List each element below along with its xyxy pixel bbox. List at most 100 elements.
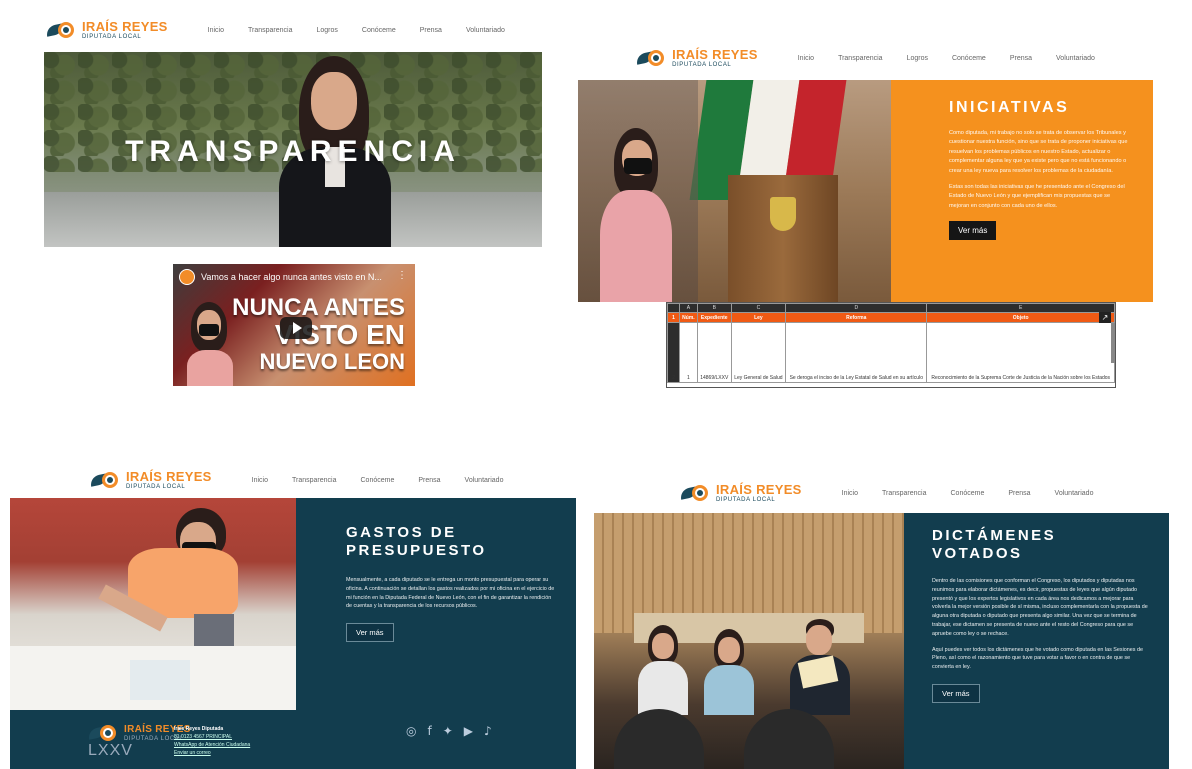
site-logo[interactable]: IRAÍS REYES DIPUTADA LOCAL xyxy=(635,47,758,69)
spreadsheet-embed[interactable]: A B C D E 1 Núm. Expediente Ley Reforma … xyxy=(666,302,1116,388)
video-overlay-text: NUNCA ANTES VISTO EN NUEVO LEON xyxy=(232,294,405,374)
nav-item-voluntariado[interactable]: Voluntariado xyxy=(1056,55,1095,62)
iniciativas-body: Como diputada, mi trabajo no solo se tra… xyxy=(949,130,1128,209)
ver-mas-button[interactable]: Ver más xyxy=(949,221,997,241)
play-button[interactable] xyxy=(280,317,312,339)
panel-dictamenes: IRAÍS REYES DIPUTADA LOCAL Inicio Transpa… xyxy=(594,473,1169,769)
dictamenes-title: DICTÁMENES VOTADOS xyxy=(932,527,1057,562)
nav-item-prensa[interactable]: Prensa xyxy=(1008,490,1030,497)
table-row[interactable]: 2 1 14869/LXXV Ley General de Salud Se d… xyxy=(667,322,1115,383)
nav-item-voluntariado[interactable]: Voluntariado xyxy=(465,477,504,484)
nav-item-inicio[interactable]: Inicio xyxy=(798,55,814,62)
nav-item-prensa[interactable]: Prensa xyxy=(420,27,442,34)
sheet-header-ley: Ley xyxy=(730,312,787,323)
nav-item-transparencia[interactable]: Transparencia xyxy=(882,490,927,497)
nav-item-inicio[interactable]: Inicio xyxy=(842,490,858,497)
sheet-header-reforma: Reforma xyxy=(785,312,928,323)
nav-item-transparencia[interactable]: Transparencia xyxy=(838,55,883,62)
panel-iniciativas: IRAÍS REYES DIPUTADA LOCAL Inicio Transpa… xyxy=(578,38,1153,388)
sheet-header-objeto: Objeto xyxy=(926,312,1115,323)
gastos-photo xyxy=(10,498,296,710)
sheet-header-expediente: Expediente xyxy=(696,312,732,323)
nav-item-inicio[interactable]: Inicio xyxy=(208,27,224,34)
nav-item-conoceme[interactable]: Conóceme xyxy=(952,55,986,62)
site-logo[interactable]: IRAÍS REYES DIPUTADA LOCAL xyxy=(45,19,168,41)
dictamenes-photo xyxy=(594,513,904,769)
hero-title: TRANSPARENCIA xyxy=(125,135,461,168)
logo-subtitle: DIPUTADA LOCAL xyxy=(716,497,776,503)
ver-mas-button[interactable]: Ver más xyxy=(932,683,980,703)
footer-heading: Iraís Reyes Diputada xyxy=(174,726,224,732)
nav-item-logros[interactable]: Logros xyxy=(317,27,338,34)
ver-mas-button[interactable]: Ver más xyxy=(346,623,394,643)
more-options-icon[interactable]: ⋮ xyxy=(397,270,407,281)
sheet-scrollbar[interactable] xyxy=(1111,323,1115,363)
logo-icon xyxy=(87,722,118,744)
dictamenes-body: Dentro de las comisiones que conforman e… xyxy=(932,578,1148,671)
nav-bar: IRAÍS REYES DIPUTADA LOCAL Inicio Transpa… xyxy=(594,473,1169,513)
nav-bar: IRAÍS REYES DIPUTADA LOCAL Inicio Transpa… xyxy=(578,38,1153,78)
nav-item-conoceme[interactable]: Conóceme xyxy=(951,490,985,497)
legislature-badge: LXXV xyxy=(88,742,133,759)
nav-bar: IRAÍS REYES DIPUTADA LOCAL Inicio Transpa… xyxy=(44,10,544,50)
logo-subtitle: DIPUTADA LOCAL xyxy=(82,34,142,40)
nav-bar: IRAÍS REYES DIPUTADA LOCAL Inicio Transpa… xyxy=(10,460,576,500)
nav-item-voluntariado[interactable]: Voluntariado xyxy=(466,27,505,34)
channel-avatar[interactable] xyxy=(179,269,195,285)
nav-item-transparencia[interactable]: Transparencia xyxy=(248,27,293,34)
legislator-1 xyxy=(638,625,688,715)
nav-item-conoceme[interactable]: Conóceme xyxy=(362,27,396,34)
logo-icon xyxy=(679,482,710,504)
nav-item-logros[interactable]: Logros xyxy=(907,55,928,62)
instagram-icon[interactable]: ◎ xyxy=(406,724,416,738)
footer-contact: Iraís Reyes Diputada 81 0123 4567 PRINCI… xyxy=(174,725,250,757)
logo-name: IRAÍS REYES xyxy=(82,19,168,34)
nav-menu: Inicio Transparencia Logros Conóceme Pre… xyxy=(798,55,1095,62)
panel-transparencia: IRAÍS REYES DIPUTADA LOCAL Inicio Transpa… xyxy=(44,10,544,390)
site-logo[interactable]: IRAÍS REYES DIPUTADA LOCAL xyxy=(679,482,802,504)
sheet-column-letters: A B C D E xyxy=(667,303,1115,313)
site-logo[interactable]: IRAÍS REYES DIPUTADA LOCAL xyxy=(89,469,212,491)
sheet-header-row: 1 Núm. Expediente Ley Reforma Objeto xyxy=(667,312,1115,323)
footer-link-email[interactable]: Enviar un correo xyxy=(174,749,250,757)
youtube-icon[interactable]: ▶ xyxy=(464,724,473,738)
iniciativas-photo xyxy=(578,80,891,302)
footer-link-whatsapp[interactable]: WhatsApp de Atención Ciudadana xyxy=(174,741,250,749)
nav-item-prensa[interactable]: Prensa xyxy=(1010,55,1032,62)
nav-menu: Inicio Transparencia Conóceme Prensa Vol… xyxy=(842,490,1094,497)
expand-icon[interactable]: ↗ xyxy=(1099,312,1111,323)
facebook-icon[interactable]: f xyxy=(427,724,431,738)
play-icon xyxy=(292,322,302,334)
video-thumbnail-person xyxy=(187,302,233,386)
logo-subtitle: DIPUTADA LOCAL xyxy=(672,62,732,68)
panel-gastos: IRAÍS REYES DIPUTADA LOCAL Inicio Transpa… xyxy=(10,460,576,769)
hero-banner: TRANSPARENCIA xyxy=(44,52,542,247)
logo-name: IRAÍS REYES xyxy=(672,47,758,62)
twitter-icon[interactable]: ✦ xyxy=(443,724,453,738)
iniciativas-title: INICIATIVAS xyxy=(949,99,1070,116)
nav-item-inicio[interactable]: Inicio xyxy=(252,477,268,484)
video-title[interactable]: Vamos a hacer algo nunca antes visto en … xyxy=(201,272,382,282)
logo-icon xyxy=(89,469,120,491)
footer-link-phone[interactable]: 81 0123 4567 PRINCIPAL xyxy=(174,733,250,741)
gastos-box: GASTOS DE PRESUPUESTO Mensualmente, a ca… xyxy=(296,498,576,710)
speaker-person xyxy=(596,128,676,302)
logo-icon xyxy=(635,47,666,69)
nav-item-voluntariado[interactable]: Voluntariado xyxy=(1055,490,1094,497)
nav-item-transparencia[interactable]: Transparencia xyxy=(292,477,337,484)
logo-name: IRAÍS REYES xyxy=(126,469,212,484)
nav-item-conoceme[interactable]: Conóceme xyxy=(361,477,395,484)
legislator-3 xyxy=(790,619,850,715)
social-links: ◎ f ✦ ▶ ♪ xyxy=(406,724,492,738)
nav-item-prensa[interactable]: Prensa xyxy=(418,477,440,484)
podium-image xyxy=(728,175,838,302)
video-embed[interactable]: Vamos a hacer algo nunca antes visto en … xyxy=(173,264,415,386)
dictamenes-box: DICTÁMENES VOTADOS Dentro de las comisio… xyxy=(904,513,1169,769)
gastos-title: GASTOS DE PRESUPUESTO xyxy=(346,524,487,559)
logo-icon xyxy=(45,19,76,41)
logo-name: IRAÍS REYES xyxy=(716,482,802,497)
tiktok-icon[interactable]: ♪ xyxy=(484,724,492,738)
legislator-2 xyxy=(704,629,754,715)
site-footer: IRAÍS REYES DIPUTADA LOCAL LXXV Iraís Rey… xyxy=(10,710,576,769)
nav-menu: Inicio Transparencia Conóceme Prensa Vol… xyxy=(252,477,504,484)
